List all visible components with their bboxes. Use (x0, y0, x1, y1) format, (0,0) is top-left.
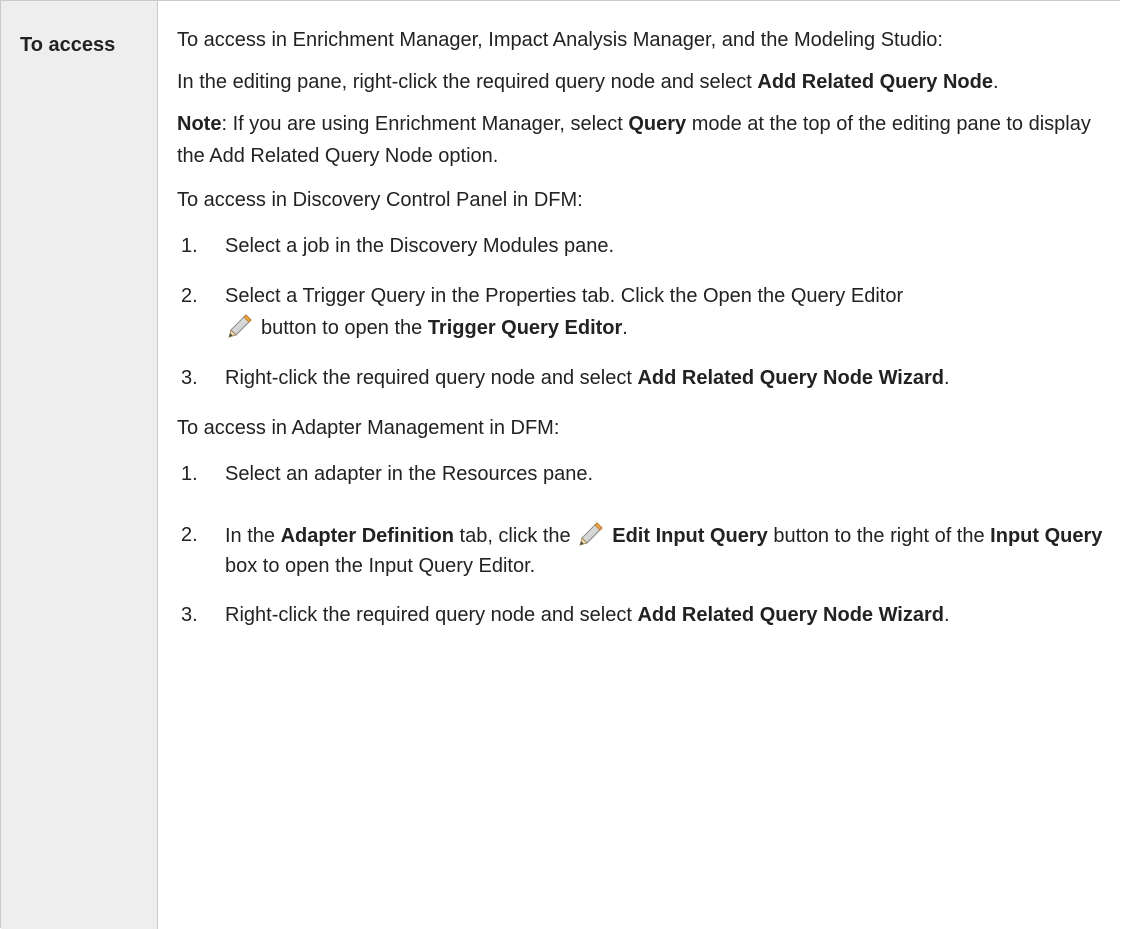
list-item: 1. Select an adapter in the Resources pa… (177, 458, 1107, 490)
step-number: 2. (181, 524, 198, 546)
am-heading: To access in Adapter Management in DFM: (177, 417, 560, 439)
row-content-cell: To access in Enrichment Manager, Impact … (158, 1, 1120, 929)
step-text: tab, click the (453, 525, 577, 547)
step-text: In the (225, 525, 281, 547)
list-item: 3. Right-click the required query node a… (177, 362, 1107, 394)
note-text: : If you are using Enrichment Manager, s… (221, 113, 629, 135)
instruction-period: . (992, 71, 999, 93)
note-label: Note (177, 113, 222, 135)
note-paragraph: Note: If you are using Enrichment Manage… (177, 108, 1107, 172)
pencil-icon (225, 312, 255, 338)
list-item: 2. In the Adapter Definition tab, click … (177, 520, 1107, 581)
field-name: Input Query (990, 525, 1103, 547)
pencil-icon (576, 520, 606, 546)
step-text: box to open the Input Query Editor. (225, 555, 536, 577)
editor-name: Trigger Query Editor (427, 317, 623, 339)
query-mode-name: Query (628, 113, 687, 135)
row-label: To access (20, 34, 116, 56)
info-table: To access To access in Enrichment Manage… (0, 0, 1120, 929)
step-text: button to open the (261, 317, 428, 339)
step-text: button to the right of the (767, 525, 991, 547)
step-number: 1. (181, 235, 198, 257)
step-text: Select an adapter in the Resources pane. (225, 463, 594, 485)
menu-option-name: Add Related Query Node (757, 71, 993, 93)
step-period: . (622, 317, 628, 339)
step-text: Right-click the required query node and … (225, 604, 638, 626)
list-item: 3. Right-click the required query node a… (177, 599, 1107, 631)
step-number: 2. (181, 285, 198, 307)
step-number: 3. (181, 367, 198, 389)
list-item: 2. Select a Trigger Query in the Propert… (177, 280, 1107, 344)
menu-option-name: Add Related Query Node Wizard (637, 367, 944, 389)
list-item: 1. Select a job in the Discovery Modules… (177, 230, 1107, 262)
instruction-text: In the editing pane, right-click the req… (177, 71, 758, 93)
step-number: 1. (181, 463, 198, 485)
tab-name: Adapter Definition (280, 525, 454, 547)
step-number: 3. (181, 604, 198, 626)
step-text: Right-click the required query node and … (225, 367, 638, 389)
step-text: Select a Trigger Query in the Properties… (225, 285, 904, 307)
dcp-steps-list: 1. Select a job in the Discovery Modules… (177, 230, 1107, 394)
step-period: . (944, 604, 950, 626)
editing-pane-instruction: In the editing pane, right-click the req… (177, 66, 1107, 98)
row-label-cell: To access (1, 1, 158, 929)
dcp-heading: To access in Discovery Control Panel in … (177, 189, 583, 211)
menu-option-name: Add Related Query Node Wizard (637, 604, 944, 626)
step-period: . (944, 367, 950, 389)
button-name: Edit Input Query (612, 525, 768, 547)
am-steps-list: 1. Select an adapter in the Resources pa… (177, 458, 1107, 631)
content-body: To access in Enrichment Manager, Impact … (177, 24, 1107, 649)
step-text: Select a job in the Discovery Modules pa… (225, 235, 615, 257)
intro-paragraph: To access in Enrichment Manager, Impact … (177, 29, 943, 51)
